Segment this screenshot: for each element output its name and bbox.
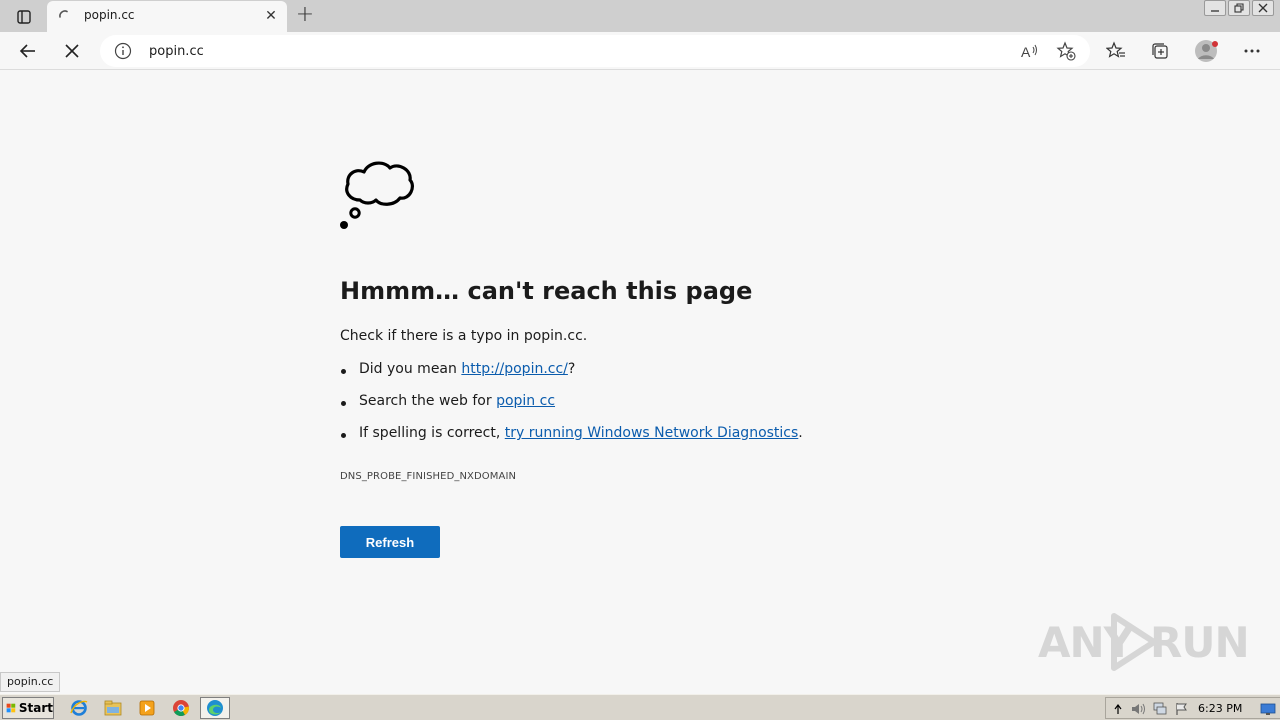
tab-actions-icon — [17, 10, 31, 24]
error-page: Hmmm… can't reach this page Check if the… — [0, 71, 1280, 691]
network-icon[interactable] — [1152, 701, 1168, 717]
status-bubble: popin.cc — [0, 672, 61, 692]
thought-cloud-icon — [340, 161, 414, 229]
restore-button[interactable] — [1228, 0, 1250, 16]
settings-menu-button[interactable] — [1237, 36, 1267, 66]
close-icon — [1258, 3, 1268, 13]
show-desktop-button[interactable] — [1260, 701, 1276, 717]
watermark-right-text: RUN — [1150, 618, 1250, 667]
suggestion-suffix: . — [798, 425, 803, 441]
flag-icon — [1176, 703, 1187, 715]
media-player-icon — [139, 700, 155, 716]
minimize-button[interactable] — [1204, 0, 1226, 16]
collections-button[interactable] — [1145, 36, 1175, 66]
favorites-button[interactable] — [1101, 36, 1131, 66]
chrome-icon — [173, 700, 190, 716]
search-web-link[interactable]: popin cc — [496, 393, 555, 409]
favorites-icon — [1106, 41, 1125, 58]
suggestion-suffix: ? — [567, 361, 576, 377]
error-code: DNS_PROBE_FINISHED_NXDOMAIN — [340, 471, 517, 482]
close-window-button[interactable] — [1252, 0, 1274, 16]
taskbar-clock[interactable]: 6:23 PM — [1198, 702, 1242, 715]
taskbar: Start 6:23 PM — [0, 694, 1280, 720]
suggestion-prefix: If spelling is correct, — [359, 425, 505, 441]
ie-icon — [70, 700, 88, 716]
error-check-text: Check if there is a typo in popin.cc. — [340, 328, 588, 344]
explorer-icon — [104, 700, 122, 716]
monitor-icon — [1260, 703, 1276, 715]
loading-spinner-icon — [59, 10, 68, 18]
tray-expand-icon[interactable] — [1110, 701, 1126, 717]
browser-toolbar: popin.cc A — [0, 32, 1280, 70]
tab-active[interactable]: popin.cc ✕ — [47, 1, 287, 32]
restore-icon — [1234, 3, 1244, 13]
list-item: If spelling is correct, try running Wind… — [340, 425, 803, 457]
read-aloud-button[interactable]: A — [1017, 39, 1043, 63]
tab-strip: popin.cc ✕ + — [0, 0, 1280, 32]
edge-icon — [207, 700, 223, 716]
suggestion-prefix: Did you mean — [359, 361, 462, 377]
list-item: Search the web for popin cc — [340, 393, 803, 425]
error-title: Hmmm… can't reach this page — [340, 277, 753, 305]
stop-loading-icon — [65, 44, 79, 58]
back-arrow-icon — [19, 44, 35, 58]
tab-close-button[interactable]: ✕ — [263, 7, 279, 25]
stop-loading-button[interactable] — [57, 36, 87, 66]
more-icon — [1244, 49, 1260, 53]
taskbar-app-edge[interactable] — [200, 697, 230, 719]
did-you-mean-link[interactable]: http://popin.cc/ — [461, 361, 568, 377]
tab-actions-button[interactable] — [8, 6, 40, 28]
taskbar-app-ie[interactable] — [66, 697, 92, 719]
back-button[interactable] — [13, 36, 43, 66]
site-info-icon[interactable] — [114, 42, 132, 60]
suggestion-prefix: Search the web for — [359, 393, 497, 409]
address-bar[interactable]: popin.cc A — [100, 35, 1090, 67]
collections-icon — [1152, 43, 1168, 59]
profile-button[interactable] — [1192, 36, 1222, 66]
start-label: Start — [18, 701, 53, 715]
refresh-button[interactable]: Refresh — [340, 526, 440, 558]
chevron-up-icon — [1114, 704, 1122, 714]
start-button[interactable]: Start — [2, 697, 54, 719]
address-bar-url[interactable]: popin.cc — [149, 44, 204, 59]
taskbar-app-explorer[interactable] — [100, 697, 126, 719]
suggestion-list: Did you mean http://popin.cc/? Search th… — [340, 361, 803, 457]
star-add-icon — [1056, 41, 1076, 61]
taskbar-app-chrome[interactable] — [168, 697, 194, 719]
taskbar-app-media-player[interactable] — [134, 697, 160, 719]
add-favorite-button[interactable] — [1053, 39, 1079, 63]
action-center-icon[interactable] — [1174, 701, 1190, 717]
avatar — [1195, 40, 1218, 62]
new-tab-button[interactable]: + — [293, 4, 317, 28]
network-diagnostics-link[interactable]: try running Windows Network Diagnostics — [505, 425, 799, 441]
list-item: Did you mean http://popin.cc/? — [340, 361, 803, 393]
volume-icon[interactable] — [1130, 701, 1146, 717]
speaker-icon — [1132, 703, 1145, 715]
windows-logo-icon — [6, 703, 16, 713]
window-controls — [1204, 0, 1274, 18]
read-aloud-glyph: A — [1021, 44, 1031, 60]
system-tray: 6:23 PM — [1105, 697, 1280, 719]
network-status-icon — [1153, 702, 1167, 715]
read-aloud-icon: A — [1021, 44, 1037, 60]
minimize-icon — [1211, 10, 1219, 12]
watermark-logo: ANY RUN — [1038, 612, 1250, 672]
tab-title: popin.cc — [84, 8, 135, 22]
